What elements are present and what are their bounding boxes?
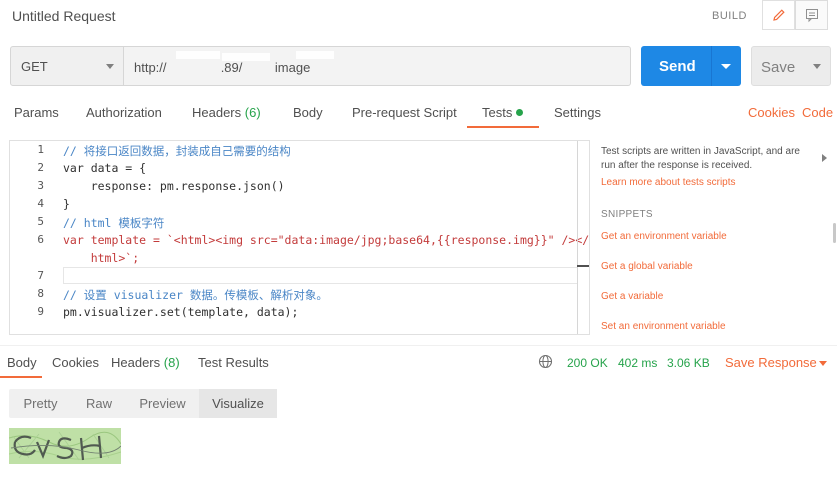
editor-cursor-marker bbox=[577, 265, 589, 267]
sidebar-description: Test scripts are written in JavaScript, … bbox=[601, 146, 800, 171]
send-label: Send bbox=[659, 58, 696, 75]
snippet-item[interactable]: Set an environment variable bbox=[601, 321, 726, 332]
save-label: Save bbox=[761, 59, 796, 76]
response-view-selector: Pretty Raw Preview Visualize bbox=[9, 389, 277, 418]
send-button[interactable]: Send bbox=[641, 46, 741, 86]
line-number: 7 bbox=[37, 269, 44, 282]
save-button[interactable]: Save bbox=[751, 46, 831, 86]
edit-mode-button[interactable] bbox=[762, 0, 795, 30]
request-title[interactable]: Untitled Request bbox=[12, 8, 116, 24]
send-divider bbox=[711, 46, 712, 86]
code-line: } bbox=[63, 197, 70, 211]
tab-tests[interactable]: Tests bbox=[482, 105, 524, 120]
code-line: // 将接口返回数据，封装成自己需要的结构 bbox=[63, 144, 291, 158]
code-line: pm.visualizer.set(template, data); bbox=[63, 305, 299, 319]
active-line-highlight bbox=[63, 267, 578, 284]
tab-headers[interactable]: Headers (6) bbox=[192, 105, 261, 120]
comment-icon bbox=[805, 9, 818, 23]
tab-headers-label: Headers bbox=[192, 105, 242, 120]
active-dot-icon bbox=[516, 109, 524, 116]
response-tab-body[interactable]: Body bbox=[7, 355, 37, 370]
tab-params[interactable]: Params bbox=[14, 105, 59, 120]
url-input[interactable]: http:// .89/ image bbox=[124, 46, 631, 86]
snippets-sidebar: Test scripts are written in JavaScript, … bbox=[601, 145, 837, 335]
active-tab-indicator bbox=[467, 126, 539, 128]
response-tab-test-results[interactable]: Test Results bbox=[198, 355, 269, 370]
view-raw-button[interactable]: Raw bbox=[72, 389, 126, 418]
line-number: 8 bbox=[37, 287, 44, 300]
headers-count: (6) bbox=[244, 105, 261, 120]
redacted-mask bbox=[296, 51, 334, 59]
tab-prerequest-script[interactable]: Pre-request Script bbox=[352, 105, 457, 120]
line-gutter: 1 2 3 4 5 6 7 8 9 bbox=[10, 141, 54, 334]
response-time[interactable]: 402 ms bbox=[618, 356, 657, 370]
code-link[interactable]: Code bbox=[802, 105, 833, 120]
code-line: response: pm.response.json() bbox=[63, 179, 285, 193]
editor-scrollbar[interactable] bbox=[577, 141, 578, 334]
active-response-tab-indicator bbox=[0, 376, 42, 378]
status-code[interactable]: 200 OK bbox=[567, 356, 608, 370]
save-options-chevron-icon[interactable] bbox=[813, 64, 821, 69]
snippet-item[interactable]: Get a variable bbox=[601, 291, 663, 302]
code-line: // html 模板字符 bbox=[63, 216, 165, 230]
cookies-link[interactable]: Cookies bbox=[748, 105, 795, 120]
documentation-button[interactable] bbox=[795, 0, 828, 30]
response-headers-count: (8) bbox=[163, 355, 180, 370]
redacted-mask bbox=[222, 53, 270, 61]
code-line: var data = { bbox=[63, 161, 147, 175]
response-tab-cookies[interactable]: Cookies bbox=[52, 355, 99, 370]
chevron-down-icon bbox=[106, 64, 114, 69]
url-text: http:// .89/ image bbox=[134, 60, 311, 75]
tab-tests-label: Tests bbox=[482, 105, 513, 120]
sidebar-scrollbar[interactable] bbox=[833, 223, 836, 243]
view-visualize-button[interactable]: Visualize bbox=[199, 389, 277, 418]
view-pretty-button[interactable]: Pretty bbox=[9, 389, 72, 418]
request-tabs: Params Authorization Headers (6) Body Pr… bbox=[0, 98, 837, 130]
redacted-mask bbox=[176, 51, 220, 59]
line-number: 1 bbox=[37, 143, 44, 156]
collapse-sidebar-chevron-icon[interactable] bbox=[822, 154, 827, 162]
code-line: var template = `<html><img src="data:ima… bbox=[63, 233, 590, 247]
send-options-chevron-icon[interactable] bbox=[721, 64, 731, 69]
response-tab-headers[interactable]: Headers (8) bbox=[111, 355, 180, 370]
learn-more-link[interactable]: Learn more about tests scripts bbox=[601, 177, 736, 188]
line-number: 5 bbox=[37, 215, 44, 228]
response-tab-headers-label: Headers bbox=[111, 355, 161, 370]
line-number: 4 bbox=[37, 197, 44, 210]
method-select[interactable]: GET bbox=[10, 46, 124, 86]
line-number: 6 bbox=[37, 233, 44, 246]
code-line: // 设置 visualizer 数据。传模板、解析对象。 bbox=[63, 288, 328, 302]
tab-authorization[interactable]: Authorization bbox=[86, 105, 162, 120]
code-line: html>`; bbox=[63, 251, 140, 265]
response-size[interactable]: 3.06 KB bbox=[667, 356, 710, 370]
view-preview-button[interactable]: Preview bbox=[126, 389, 199, 418]
pencil-icon bbox=[772, 9, 785, 21]
save-response-button[interactable]: Save Response bbox=[725, 355, 817, 370]
line-number: 3 bbox=[37, 179, 44, 192]
snippets-heading: SNIPPETS bbox=[601, 209, 653, 220]
response-tabs: Body Cookies Headers (8) Test Results 20… bbox=[0, 345, 837, 378]
request-url-row: GET http:// .89/ image Send Save bbox=[10, 46, 837, 86]
line-number: 9 bbox=[37, 305, 44, 318]
line-number: 2 bbox=[37, 161, 44, 174]
test-script-editor[interactable]: 1 2 3 4 5 6 7 8 9 // 将接口返回数据，封装成自己需要的结构 … bbox=[9, 140, 590, 335]
title-bar: Untitled Request BUILD bbox=[0, 0, 837, 34]
snippet-item[interactable]: Get a global variable bbox=[601, 261, 693, 272]
globe-icon[interactable] bbox=[538, 354, 553, 369]
tab-settings[interactable]: Settings bbox=[554, 105, 601, 120]
build-label[interactable]: BUILD bbox=[712, 10, 747, 22]
method-label: GET bbox=[21, 59, 48, 74]
save-response-chevron-icon[interactable] bbox=[819, 361, 827, 366]
captcha-graphic bbox=[9, 428, 121, 464]
tab-body[interactable]: Body bbox=[293, 105, 323, 120]
captcha-image bbox=[9, 428, 121, 464]
snippet-item[interactable]: Get an environment variable bbox=[601, 231, 727, 242]
